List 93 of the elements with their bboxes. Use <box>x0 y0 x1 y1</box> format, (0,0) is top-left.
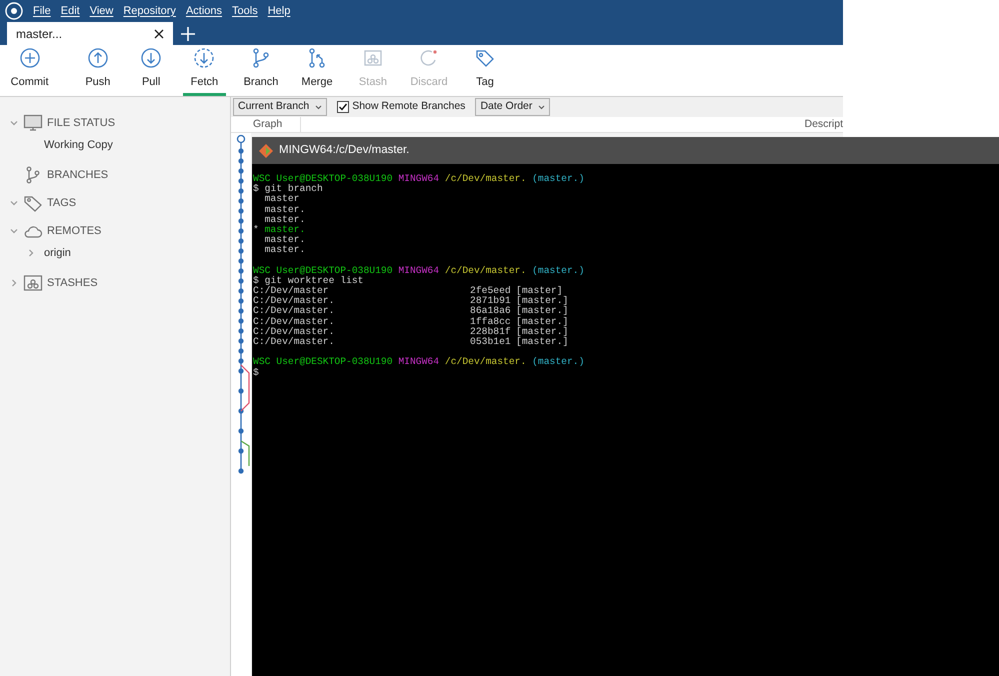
caret-icon <box>315 104 322 110</box>
prompt-user: WSC User@DESKTOP-038U190 <box>253 264 393 276</box>
bracket-close: ] <box>562 306 568 317</box>
menu-item[interactable]: Tools <box>232 2 258 20</box>
toolbar-button[interactable]: Branch <box>238 45 284 96</box>
branch-name: master. <box>264 234 306 246</box>
branch-name: master. <box>264 224 306 235</box>
command-text: $ <box>253 366 259 378</box>
chevron-down-icon[interactable] <box>9 118 19 128</box>
prompt-branch-close: ) <box>578 264 584 276</box>
commit-hash: 228b81f <box>470 326 512 337</box>
menu-item[interactable]: Edit <box>60 2 80 20</box>
checkbox[interactable] <box>337 101 350 113</box>
caret-icon <box>538 104 546 110</box>
repository-tab[interactable]: master... <box>7 22 173 45</box>
monitor-icon <box>23 114 43 132</box>
worktree-branch: [master. <box>516 326 563 337</box>
sidebar-section-title[interactable]: REMOTES <box>47 222 102 240</box>
command-text: $ git worktree list <box>253 274 364 286</box>
bracket-close: ] <box>562 326 568 337</box>
branch-name: master. <box>264 204 306 215</box>
terminal-title: MINGW64:/c/Dev/master. <box>279 142 410 158</box>
branch-marker: * <box>253 224 260 236</box>
prompt-system: MINGW64 <box>398 356 440 368</box>
commit-hash: 2fe5eed <box>470 286 512 296</box>
worktree-branch: [master. <box>516 296 563 306</box>
toolbar-button[interactable]: Pull <box>130 45 173 96</box>
commit-hash: 053b1e1 <box>470 337 512 348</box>
toolbar-button[interactable]: Merge <box>294 45 340 96</box>
prompt-path: /c/Dev/master. <box>444 173 526 184</box>
sidebar-section-title[interactable]: STASHES <box>47 274 98 292</box>
close-icon[interactable] <box>154 28 164 38</box>
sidebar-section-title[interactable]: TAGS <box>47 194 76 212</box>
commit-hash: 2871b91 <box>470 296 512 306</box>
worktree-branch: [master. <box>516 337 563 348</box>
checkbox-label: Show Remote Branches <box>352 99 466 114</box>
worktree-path: C:/Dev/master. <box>253 326 334 337</box>
commit-hash: 1ffa8cc <box>470 316 512 327</box>
prompt-branch: (master. <box>532 264 579 276</box>
worktree-path: C:/Dev/master. <box>253 316 334 327</box>
stash-icon <box>23 274 43 292</box>
worktree-branch: [master. <box>516 306 563 317</box>
prompt-user: WSC User@DESKTOP-038U190 <box>253 173 393 184</box>
app-logo-icon <box>5 2 23 20</box>
prompt-branch-close: ) <box>578 173 584 184</box>
add-tab-icon[interactable] <box>181 27 195 41</box>
order-dropdown[interactable]: Date Order <box>475 98 550 116</box>
worktree-path: C:/Dev/master. <box>253 296 334 306</box>
menu-item[interactable]: Repository <box>123 2 176 20</box>
prompt-branch: (master. <box>532 173 579 184</box>
sidebar-section-title[interactable]: FILE STATUS <box>47 114 116 132</box>
menu-item[interactable]: Actions <box>186 2 222 20</box>
tab-title: master. <box>16 26 56 42</box>
commit-hash: 86a18a6 <box>470 306 512 317</box>
prompt-user: WSC User@DESKTOP-038U190 <box>253 356 393 368</box>
prompt-path: /c/Dev/master. <box>444 264 526 276</box>
command-text: $ git branch <box>253 183 323 194</box>
menu-item[interactable]: View <box>90 2 114 20</box>
branch-dropdown[interactable]: Current Branch <box>233 98 328 116</box>
worktree-path: C:/Dev/master. <box>253 306 334 317</box>
worktree-branch: [master. <box>516 316 563 327</box>
column-header[interactable]: Graph <box>231 116 301 132</box>
prompt-system: MINGW64 <box>398 173 440 184</box>
menu-item[interactable]: File <box>33 2 51 20</box>
worktree-branch: [master] <box>516 286 563 296</box>
toolbar-button[interactable]: Commit <box>8 45 52 96</box>
sidebar-item[interactable]: Working Copy <box>44 136 113 154</box>
column-header[interactable]: Descript <box>804 116 843 132</box>
chevron-down-icon[interactable] <box>9 226 19 236</box>
sidebar-section-title[interactable]: BRANCHES <box>47 166 108 184</box>
plus-icon <box>18 47 41 70</box>
menu-item[interactable]: Help <box>268 2 290 20</box>
branch-name: master. <box>264 244 306 256</box>
chevron-down-icon[interactable] <box>9 198 19 208</box>
worktree-path: C:/Dev/master <box>253 286 329 296</box>
tab-title-ellipsis: .. <box>55 26 62 42</box>
sidebar-item[interactable]: origin <box>44 244 71 262</box>
worktree-path: C:/Dev/master. <box>253 337 334 348</box>
diamond-logo-icon <box>259 144 273 158</box>
prompt-path: /c/Dev/master. <box>444 356 526 368</box>
branch-name: master. <box>264 214 306 225</box>
toolbar-button[interactable]: Tag <box>462 45 508 96</box>
toolbar-button[interactable]: Push <box>76 45 120 96</box>
bracket-close: ] <box>562 337 568 348</box>
prompt-system: MINGW64 <box>398 264 440 276</box>
bracket-close: ] <box>562 316 568 327</box>
chevron-right-icon[interactable] <box>9 278 19 288</box>
chevron-right-icon[interactable] <box>26 248 36 258</box>
prompt-branch-close: ) <box>578 356 584 368</box>
tag-icon <box>23 194 43 212</box>
branch-name: master <box>264 193 300 204</box>
bracket-close: ] <box>562 296 568 306</box>
prompt-branch: (master. <box>532 356 579 368</box>
